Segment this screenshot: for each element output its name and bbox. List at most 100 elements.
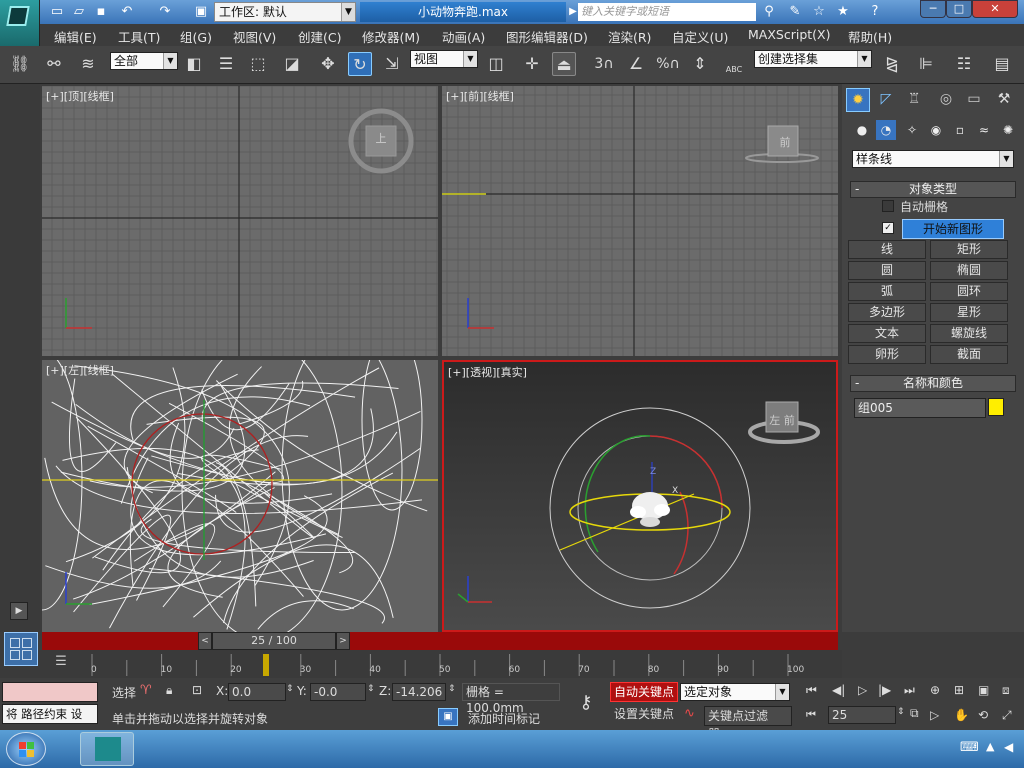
hierarchy-tab-icon[interactable]: ♖: [902, 88, 926, 112]
orbit-icon[interactable]: ⟲: [978, 708, 988, 722]
create-tab-icon[interactable]: ✹: [846, 88, 870, 112]
menu-maxscript[interactable]: MAXScript(X): [748, 27, 830, 42]
helpers-icon[interactable]: ▫: [950, 120, 970, 140]
percent-snap-icon[interactable]: %∩: [656, 52, 680, 76]
align-icon[interactable]: ⊫: [914, 52, 938, 76]
maximize-viewport-icon[interactable]: ⤢: [1002, 708, 1012, 723]
menu-graph-editors[interactable]: 图形编辑器(D): [506, 27, 588, 46]
play-icon[interactable]: ▷: [858, 683, 867, 697]
scale-icon[interactable]: ⇲: [380, 52, 404, 76]
isolate-icon[interactable]: ♈: [140, 683, 154, 698]
key-mode-toggle-icon[interactable]: ⏮: [806, 708, 816, 722]
start-new-shape-button[interactable]: 开始新图形: [902, 219, 1004, 239]
viewport-front[interactable]: [+][前][线框] 前: [442, 86, 838, 356]
time-tag-icon[interactable]: ▣: [438, 708, 458, 726]
x-spinner-icon[interactable]: ⇕: [286, 684, 294, 694]
viewport-left[interactable]: [+][左][线框]: [42, 360, 438, 632]
menu-edit[interactable]: 编辑(E): [54, 27, 97, 46]
search-input[interactable]: 键入关键字或短语: [578, 3, 756, 21]
prev-frame-arrow-icon[interactable]: <: [198, 632, 212, 650]
binoculars-icon[interactable]: ⚲: [760, 3, 778, 21]
reference-coord-dropdown[interactable]: 视图 ▼: [410, 50, 478, 68]
workspace-dropdown[interactable]: 工作区: 默认 ▼: [214, 2, 356, 22]
systems-icon[interactable]: ✺: [998, 120, 1018, 140]
viewport-top[interactable]: [+][顶][线框] 上: [42, 86, 438, 356]
viewcube-front-face[interactable]: 前: [774, 134, 796, 150]
keyboard-icon[interactable]: ⌨: [960, 740, 979, 755]
named-selection-dropdown[interactable]: 创建选择集 ▼: [754, 50, 872, 68]
mirror-icon[interactable]: ⧎: [880, 52, 904, 76]
arc-button[interactable]: 弧: [848, 282, 926, 301]
time-slider-thumb[interactable]: 25 / 100: [212, 632, 336, 650]
object-name-field[interactable]: 组005: [854, 398, 986, 418]
helix-button[interactable]: 螺旋线: [930, 324, 1008, 343]
bind-space-warp-icon[interactable]: ≋: [76, 52, 100, 76]
undo-icon[interactable]: ↶: [118, 3, 136, 21]
communication-icon[interactable]: ✎: [786, 3, 804, 21]
z-spinner-icon[interactable]: ⇕: [448, 684, 456, 694]
menu-tools[interactable]: 工具(T): [118, 27, 160, 46]
viewport-front-label[interactable]: [+][前][线框]: [446, 88, 514, 104]
menu-customize[interactable]: 自定义(U): [672, 27, 728, 46]
ellipse-button[interactable]: 椭圆: [930, 261, 1008, 280]
category-dropdown[interactable]: 样条线 ▼: [852, 150, 1014, 168]
object-color-swatch[interactable]: [988, 398, 1004, 416]
open-file-icon[interactable]: ▱: [70, 3, 88, 21]
line-button[interactable]: 线: [848, 240, 926, 259]
go-to-start-icon[interactable]: ⏮: [806, 683, 817, 698]
motion-tab-icon[interactable]: ◎: [934, 88, 958, 112]
minimize-button[interactable]: ─: [920, 0, 946, 18]
current-frame-marker[interactable]: [263, 654, 269, 676]
pivot-center-icon[interactable]: ◫: [484, 52, 508, 76]
menu-animation[interactable]: 动画(A): [442, 27, 485, 46]
auto-key-button[interactable]: 自动关键点: [610, 682, 678, 702]
menu-rendering[interactable]: 渲染(R): [608, 27, 651, 46]
close-button[interactable]: ✕: [972, 0, 1018, 18]
expand-arrow-icon[interactable]: ▶: [10, 602, 28, 620]
maxscript-listener-top[interactable]: [2, 682, 98, 702]
layer-manager-icon[interactable]: ☷: [952, 52, 976, 76]
graphite-modeling-icon[interactable]: ▤: [990, 52, 1014, 76]
taskbar-3dsmax-item[interactable]: [80, 732, 134, 766]
set-key-button[interactable]: 设置关键点: [610, 705, 678, 725]
next-frame-icon[interactable]: |▶: [878, 683, 891, 697]
unlink-icon[interactable]: ⚯: [42, 52, 66, 76]
keyboard-shortcut-override-icon[interactable]: ⏏: [552, 52, 576, 76]
favorites-icon[interactable]: ☆: [810, 3, 828, 21]
maxscript-listener-bottom[interactable]: 将 路径约束 设: [2, 704, 98, 724]
menu-help[interactable]: 帮助(H): [848, 27, 892, 46]
application-button[interactable]: [0, 0, 40, 46]
name-color-rollout[interactable]: - 名称和颜色: [850, 375, 1016, 392]
frame-spinner-icon[interactable]: ⇕: [897, 707, 905, 717]
shapes-icon[interactable]: ◔: [876, 120, 896, 140]
zoom-extents-icon[interactable]: ▣: [978, 683, 989, 697]
go-to-end-icon[interactable]: ⏭: [904, 683, 915, 698]
menu-views[interactable]: 视图(V): [233, 27, 276, 46]
x-coord-field[interactable]: 0.0: [228, 683, 286, 701]
viewcube-perspective-face[interactable]: 左 前: [760, 412, 804, 428]
cameras-icon[interactable]: ◉: [926, 120, 946, 140]
new-file-icon[interactable]: ▭: [48, 3, 66, 21]
viewport-perspective-label[interactable]: [+][透视][真实]: [448, 364, 527, 380]
viewport-left-label[interactable]: [+][左][线框]: [46, 362, 114, 378]
add-time-tag-label[interactable]: 添加时间标记: [468, 710, 540, 727]
field-of-view-icon[interactable]: ▷: [930, 708, 939, 722]
angle-snap-icon[interactable]: ∠: [624, 52, 648, 76]
section-button[interactable]: 截面: [930, 345, 1008, 364]
lock-selection-icon[interactable]: 🔒︎: [166, 683, 180, 698]
save-icon[interactable]: ▪: [92, 3, 110, 21]
move-icon[interactable]: ✥: [316, 52, 340, 76]
start-button[interactable]: [6, 732, 46, 766]
viewcube-top-face[interactable]: 上: [370, 130, 392, 146]
z-coord-field[interactable]: -14.206: [392, 683, 446, 701]
window-crossing-icon[interactable]: ◪: [280, 52, 304, 76]
next-frame-arrow-icon[interactable]: >: [336, 632, 350, 650]
start-new-shape-checkbox[interactable]: ✓: [882, 222, 894, 234]
key-filters-button[interactable]: 关键点过滤器...: [704, 706, 792, 741]
link-icon[interactable]: ⛓: [8, 52, 32, 76]
snap-toggle-icon[interactable]: 3∩: [592, 52, 616, 76]
autogrid-checkbox[interactable]: [882, 200, 894, 212]
donut-button[interactable]: 圆环: [930, 282, 1008, 301]
display-tab-icon[interactable]: ▭: [962, 88, 986, 112]
star-button[interactable]: 星形: [930, 303, 1008, 322]
